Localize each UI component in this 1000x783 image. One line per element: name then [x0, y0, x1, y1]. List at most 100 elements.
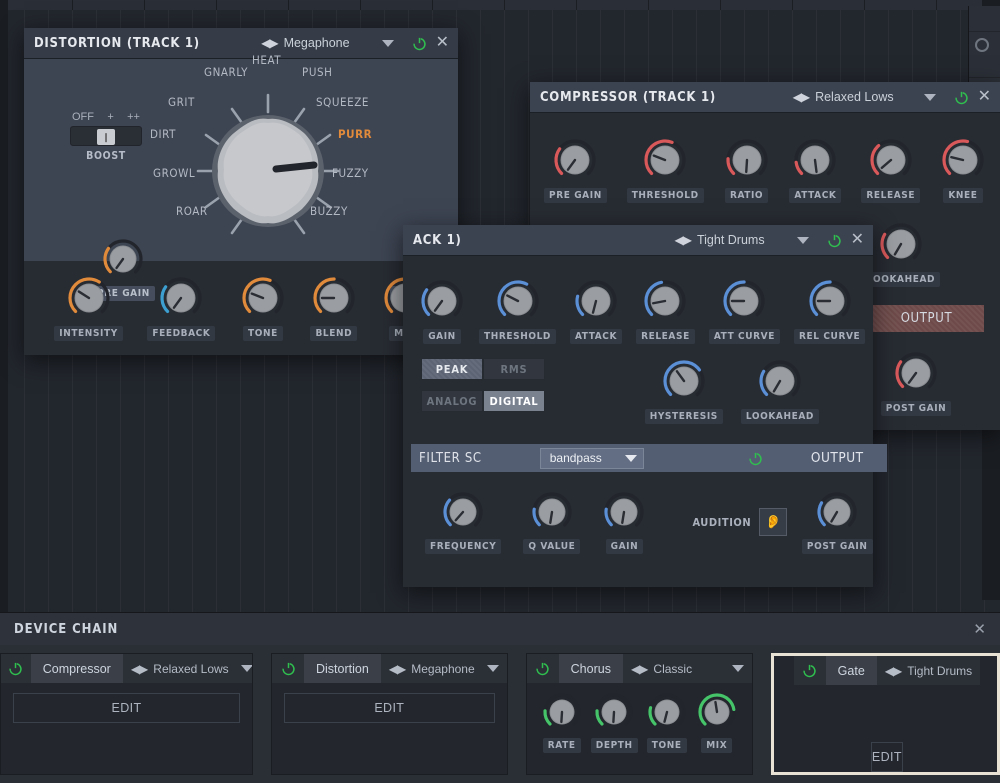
chevron-down-icon[interactable] — [624, 454, 637, 462]
knob-dial[interactable] — [240, 275, 286, 321]
boost-option[interactable]: + — [107, 111, 113, 123]
boost-option[interactable]: ++ — [127, 111, 140, 123]
filter-sc-power-icon[interactable] — [748, 451, 763, 466]
knob-dial[interactable] — [893, 350, 939, 396]
knob-rate[interactable]: RATE — [541, 691, 583, 753]
preset-prev-next-icon[interactable]: ◀▶ — [793, 91, 810, 103]
knob-dial[interactable] — [642, 278, 688, 324]
knob-dial[interactable] — [552, 137, 598, 183]
knob-dial[interactable] — [721, 278, 767, 324]
chevron-down-icon[interactable] — [731, 665, 744, 672]
knob-frequency[interactable]: FREQUENCY — [425, 490, 502, 554]
device-preset[interactable]: ◀▶ Megaphone — [381, 662, 507, 676]
knob-dial[interactable] — [724, 137, 770, 183]
device-power-icon[interactable] — [272, 661, 304, 676]
knob-dial[interactable] — [541, 691, 583, 733]
knob-dial[interactable] — [661, 358, 707, 404]
preset-prev-next-icon[interactable]: ◀▶ — [885, 664, 902, 678]
distortion-preset-name[interactable]: Megaphone — [284, 36, 350, 50]
knob-pre-gain[interactable]: PRE GAIN — [544, 137, 607, 203]
knob-hysteresis[interactable]: HYSTERESIS — [644, 358, 723, 424]
segment-rms[interactable]: RMS — [483, 358, 545, 380]
preset-prev-next-icon[interactable]: ◀▶ — [261, 37, 278, 49]
knob-lookahead[interactable]: LOOKAHEAD — [862, 221, 941, 287]
knob-rel-curve[interactable]: REL CURVE — [794, 278, 866, 344]
device-chain-close-button[interactable]: ✕ — [973, 620, 986, 638]
knob-tone[interactable]: TONE — [240, 275, 286, 341]
device-name[interactable]: Distortion — [304, 654, 381, 683]
compressor-titlebar[interactable]: COMPRESSOR (TRACK 1) ◀▶ Relaxed Lows ✕ — [530, 82, 1000, 113]
device-preset[interactable]: ◀▶ Relaxed Lows — [123, 662, 252, 676]
device-power-icon[interactable] — [1, 661, 31, 676]
knob-attack[interactable]: ATTACK — [570, 278, 623, 344]
distortion-titlebar[interactable]: DISTORTION (TRACK 1) ◀▶ Megaphone ✕ — [24, 28, 458, 59]
gate-window[interactable]: ACK 1) ◀▶ Tight Drums ✕ GAIN THRESHOLD ATT… — [403, 225, 888, 587]
dial-label-purr[interactable]: PURR — [338, 127, 372, 141]
knob-q-value[interactable]: Q VALUE — [523, 490, 581, 554]
knob-feedback[interactable]: FEEDBACK — [147, 275, 216, 341]
knob-release[interactable]: RELEASE — [861, 137, 921, 203]
gate-power-icon[interactable] — [827, 233, 842, 248]
knob-post-gain[interactable]: POST GAIN — [880, 350, 952, 416]
knob-dial[interactable] — [593, 691, 635, 733]
distortion-power-icon[interactable] — [412, 36, 427, 51]
preset-prev-next-icon[interactable]: ◀▶ — [131, 662, 148, 676]
knob-ratio[interactable]: RATIO — [724, 137, 770, 203]
gate-titlebar[interactable]: ACK 1) ◀▶ Tight Drums ✕ — [403, 225, 873, 256]
dial-label-fuzzy[interactable]: FUZZY — [332, 166, 369, 180]
knob-attack[interactable]: ATTACK — [789, 137, 842, 203]
boost-option[interactable]: OFF — [72, 111, 94, 123]
dial-label-push[interactable]: PUSH — [302, 65, 332, 79]
knob-dial[interactable] — [441, 490, 485, 534]
device-name[interactable]: Chorus — [558, 654, 623, 683]
boost-switch[interactable]: OFF + ++ ❙ BOOST — [70, 111, 142, 162]
device-slot-gate[interactable]: Gate ◀▶ Tight Drums EDIT — [770, 653, 1000, 775]
device-edit-button[interactable]: EDIT — [284, 693, 495, 723]
knob-mix[interactable]: MIX — [696, 691, 738, 753]
knob-dial[interactable] — [807, 278, 853, 324]
device-name[interactable]: Gate — [825, 656, 877, 685]
preset-prev-next-icon[interactable]: ◀▶ — [675, 234, 692, 246]
device-edit-button[interactable]: EDIT — [13, 693, 240, 723]
device-slot-distortion[interactable]: Distortion ◀▶ Megaphone EDIT — [271, 653, 508, 775]
compressor-preset-name[interactable]: Relaxed Lows — [815, 90, 894, 104]
preset-dropdown-icon[interactable] — [796, 236, 809, 244]
filter-type-select[interactable]: bandpass — [539, 447, 644, 469]
segment-peak[interactable]: PEAK — [421, 358, 483, 380]
knob-dial[interactable] — [66, 275, 112, 321]
knob-dial[interactable] — [642, 137, 688, 183]
dial-label-gnarly[interactable]: GNARLY — [204, 65, 248, 79]
segment-analog[interactable]: ANALOG — [421, 390, 483, 412]
dial-label-buzzy[interactable]: BUZZY — [310, 204, 348, 218]
preset-prev-next-icon[interactable]: ◀▶ — [631, 662, 648, 676]
knob-blend[interactable]: BLEND — [310, 275, 358, 341]
knob-dial[interactable] — [878, 221, 924, 267]
device-power-icon[interactable] — [794, 663, 826, 678]
preset-dropdown-icon[interactable] — [381, 39, 394, 47]
knob-release[interactable]: RELEASE — [636, 278, 695, 344]
ear-icon[interactable]: 👂 — [759, 508, 788, 536]
distortion-close-button[interactable]: ✕ — [433, 35, 452, 51]
knob-dial[interactable] — [792, 137, 838, 183]
dial-label-heat[interactable]: HEAT — [252, 53, 281, 67]
compressor-power-icon[interactable] — [954, 90, 969, 105]
knob-dial[interactable] — [602, 490, 646, 534]
device-slot-chorus[interactable]: Chorus ◀▶ Classic RATE DEPTH TONE MIX — [525, 653, 753, 775]
knob-gain[interactable]: GAIN — [419, 278, 465, 344]
knob-dial[interactable] — [646, 691, 688, 733]
knob-dial[interactable] — [311, 275, 357, 321]
boost-switch-track[interactable]: ❙ — [70, 126, 142, 146]
knob-dial[interactable] — [495, 278, 541, 324]
device-power-icon[interactable] — [527, 661, 559, 676]
dial-label-grit[interactable]: GRIT — [168, 95, 195, 109]
device-preset[interactable]: ◀▶ Tight Drums — [877, 664, 980, 678]
compressor-close-button[interactable]: ✕ — [975, 89, 994, 105]
boost-switch-handle[interactable]: ❙ — [97, 129, 115, 145]
distortion-character-dial[interactable]: GNARLY HEAT PUSH GRIT SQUEEZE DIRT PURR … — [150, 53, 386, 261]
device-slot-compressor[interactable]: Compressor ◀▶ Relaxed Lows EDIT — [0, 653, 253, 775]
knob-att-curve[interactable]: ATT CURVE — [708, 278, 780, 344]
timeline-ruler[interactable] — [0, 0, 1000, 10]
knob-dial[interactable] — [940, 137, 986, 183]
dial-label-dirt[interactable]: DIRT — [150, 127, 176, 141]
preset-dropdown-icon[interactable] — [923, 93, 936, 101]
